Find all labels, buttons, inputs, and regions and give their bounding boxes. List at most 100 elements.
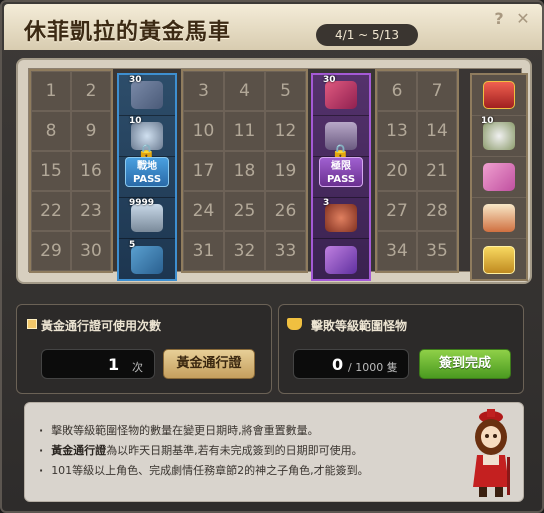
info-text: 為以昨天日期基準,若有未完成簽到的日期即可使用。 (106, 444, 363, 457)
close-button[interactable]: ✕ (514, 10, 532, 28)
window-header: 休菲凱拉的黃金馬車 4/1 ~ 5/13 ? ✕ (4, 4, 542, 50)
weekly-reward-slot[interactable] (472, 239, 526, 280)
info-line: 擊敗等級範圍怪物的數量在變更日期時,將會重置數量。 (39, 421, 369, 441)
day-cell: 31 (183, 231, 224, 271)
day-cell: 33 (265, 231, 306, 271)
day-cell: 10 (183, 111, 224, 151)
weekly-reward-column: 10 (470, 73, 528, 281)
day-cell: 6 (377, 71, 417, 111)
info-highlight: 黃金通行證 (51, 444, 107, 457)
day-cell: 32 (224, 231, 265, 271)
item-quantity: 3 (323, 198, 330, 208)
day-cell: 28 (417, 191, 457, 231)
day-cell: 15 (31, 151, 71, 191)
gold-box-icon (483, 245, 515, 274)
potion-item-icon: 30 (323, 75, 357, 109)
item-quantity: 10 (129, 116, 142, 126)
day-cell: 12 (265, 111, 306, 151)
checkin-board-inner: 1 2 8 9 15 16 22 23 29 30 30 10 9999 5 🔒… (28, 68, 528, 281)
pass-reward-slot[interactable]: 30 (313, 75, 369, 116)
golden-pass-count-box: 1 次 (41, 349, 155, 379)
day-cell: 18 (224, 151, 265, 191)
battle-pass-badge: 戰地 PASS (125, 157, 169, 187)
day-cell: 23 (71, 191, 111, 231)
event-date-range: 4/1 ~ 5/13 (316, 24, 418, 46)
checkin-complete-button[interactable]: 簽到完成 (419, 349, 511, 379)
pouch-item-icon: 3 (323, 198, 357, 232)
item-quantity: 30 (323, 75, 336, 85)
day-cell: 2 (71, 71, 111, 111)
sandwich-box-icon (483, 204, 515, 232)
day-cell: 16 (71, 151, 111, 191)
gem-cluster-icon: 10 (481, 116, 515, 150)
help-button[interactable]: ? (490, 10, 508, 28)
golden-pass-label: 黃金通行證可使用次數 (41, 319, 162, 333)
pass-reward-slot[interactable]: 9999 (119, 198, 175, 239)
day-grid-1: 1 2 8 9 15 16 22 23 29 30 (29, 69, 113, 273)
info-line: 黃金通行證為以昨天日期基準,若有未完成簽到的日期即可使用。 (39, 441, 369, 461)
item-quantity: 10 (481, 116, 494, 126)
pass-reward-slot[interactable]: 5 (119, 239, 175, 280)
day-cell: 22 (31, 191, 71, 231)
day-cell: 24 (183, 191, 224, 231)
day-cell: 25 (224, 191, 265, 231)
day-cell: 27 (377, 191, 417, 231)
item-quantity: 30 (129, 75, 142, 85)
scroll-item-icon: 30 (129, 75, 163, 109)
monster-hunt-panel: 擊敗等級範圍怪物 0 / 1000 隻 簽到完成 (278, 304, 524, 394)
npc-character-icon (473, 409, 510, 497)
day-cell: 14 (417, 111, 457, 151)
golden-pass-unit: 次 (132, 361, 143, 374)
monster-count-box: 0 / 1000 隻 (293, 349, 409, 379)
weekly-reward-slot[interactable] (472, 157, 526, 198)
monster-total: / 1000 隻 (348, 361, 398, 374)
badge-line2: PASS (132, 174, 162, 185)
pass-reward-slot[interactable] (313, 239, 369, 280)
monster-hunt-label: 擊敗等級範圍怪物 (311, 319, 408, 333)
square-bullet-icon (27, 319, 37, 329)
crystal-item-icon (325, 245, 357, 274)
item-quantity: 5 (129, 239, 136, 250)
badge-line1: 戰地 (137, 161, 157, 172)
day-cell: 1 (31, 71, 71, 111)
ticket-item-icon: 5 (129, 240, 163, 274)
day-cell: 13 (377, 111, 417, 151)
chest-red-icon (483, 81, 515, 109)
day-grid-3: 6 7 13 14 20 21 27 28 34 35 (375, 69, 459, 273)
day-cell: 5 (265, 71, 306, 111)
info-list: 擊敗等級範圍怪物的數量在變更日期時,將會重置數量。 黃金通行證為以昨天日期基準,… (39, 421, 369, 481)
exp-coupon-icon: 9999 (129, 198, 163, 232)
day-cell: 34 (377, 231, 417, 271)
day-cell: 7 (417, 71, 457, 111)
day-cell: 20 (377, 151, 417, 191)
badge-line1: 極限 (331, 161, 351, 172)
info-text: 擊敗等級範圍怪物的數量在變更日期時,將會重置數量。 (51, 424, 319, 437)
day-cell: 4 (224, 71, 265, 111)
day-cell: 17 (183, 151, 224, 191)
day-cell: 11 (224, 111, 265, 151)
golden-pass-count: 1 (108, 355, 120, 374)
info-box: 擊敗等級範圍怪物的數量在變更日期時,將會重置數量。 黃金通行證為以昨天日期基準,… (24, 402, 524, 502)
day-cell: 8 (31, 111, 71, 151)
weekly-reward-slot[interactable] (472, 198, 526, 239)
pass-reward-slot[interactable]: 3 (313, 198, 369, 239)
day-cell: 19 (265, 151, 306, 191)
info-line: 101等級以上角色、完成劇情任務章節2的神之子角色,才能簽到。 (39, 461, 369, 481)
item-quantity: 9999 (129, 198, 155, 208)
golden-pass-button[interactable]: 黃金通行證 (163, 349, 255, 379)
weekly-reward-slot[interactable] (472, 75, 526, 116)
day-cell: 26 (265, 191, 306, 231)
day-cell: 35 (417, 231, 457, 271)
day-cell: 21 (417, 151, 457, 191)
day-grid-2: 3 4 5 10 11 12 17 18 19 24 25 26 31 32 3… (181, 69, 308, 273)
monster-count: 0 (332, 355, 344, 374)
day-cell: 9 (71, 111, 111, 151)
badge-line2: PASS (326, 174, 356, 185)
info-text: 101等級以上角色、完成劇情任務章節2的神之子角色,才能簽到。 (51, 464, 369, 477)
weekly-reward-slot[interactable]: 10 (472, 116, 526, 157)
gift-box-pink-icon (483, 163, 515, 191)
extreme-pass-badge: 極限 PASS (319, 157, 363, 187)
mask-icon (287, 318, 302, 330)
pass-reward-slot[interactable]: 30 (119, 75, 175, 116)
day-cell: 30 (71, 231, 111, 271)
